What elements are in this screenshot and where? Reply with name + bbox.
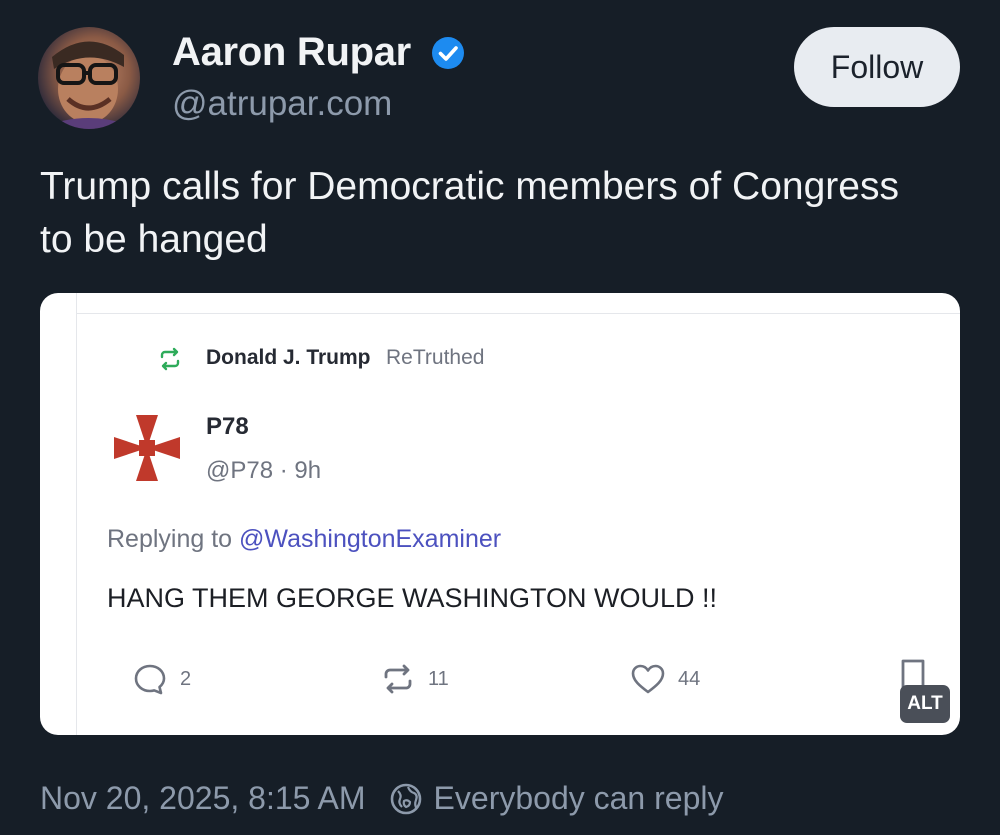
- follow-button[interactable]: Follow: [794, 27, 960, 107]
- replying-prefix: Replying to: [107, 525, 240, 553]
- author-avatar[interactable]: [38, 27, 140, 129]
- poster-name: P78: [206, 413, 249, 440]
- verified-badge-icon: [432, 37, 464, 69]
- replying-mention: @WashingtonExaminer: [239, 525, 502, 553]
- poster-handle-time: @P78 · 9h: [206, 457, 322, 484]
- cross-avatar-icon: [114, 415, 180, 481]
- post-text: Trump calls for Democratic members of Co…: [40, 165, 899, 261]
- retruth-author: Donald J. Trump: [206, 346, 371, 369]
- embedded-body-text: HANG THEM GEORGE WASHINGTON WOULD !!: [107, 583, 718, 613]
- retruth-action: 11: [380, 661, 449, 697]
- retruth-icon: [160, 347, 180, 371]
- like-count: 44: [678, 667, 701, 690]
- post-timestamp[interactable]: Nov 20, 2025, 8:15 AM: [40, 780, 366, 817]
- globe-icon: [390, 783, 421, 814]
- heart-icon: [631, 664, 665, 694]
- retruth-count: 11: [428, 667, 449, 690]
- divider: [76, 313, 960, 314]
- divider: [76, 293, 77, 735]
- reply-icon: [134, 664, 166, 695]
- author-name[interactable]: Aaron Rupar: [172, 30, 411, 75]
- post-footer: Nov 20, 2025, 8:15 AM Everybody can repl…: [40, 780, 723, 817]
- reply-action: 2: [132, 661, 191, 697]
- reply-setting: Everybody can reply: [433, 780, 724, 816]
- author-handle[interactable]: @atrupar.com: [172, 84, 392, 124]
- replying-to: Replying to @WashingtonExaminer: [107, 525, 501, 554]
- embedded-image[interactable]: Donald J. Trump ReTruthed P78 @P78 · 9h …: [40, 293, 960, 735]
- retruth-count-icon: [384, 664, 412, 694]
- reply-count: 2: [180, 667, 192, 690]
- like-action: 44: [630, 661, 700, 697]
- retruth-label: ReTruthed: [386, 346, 485, 369]
- alt-text-badge[interactable]: ALT: [900, 685, 950, 723]
